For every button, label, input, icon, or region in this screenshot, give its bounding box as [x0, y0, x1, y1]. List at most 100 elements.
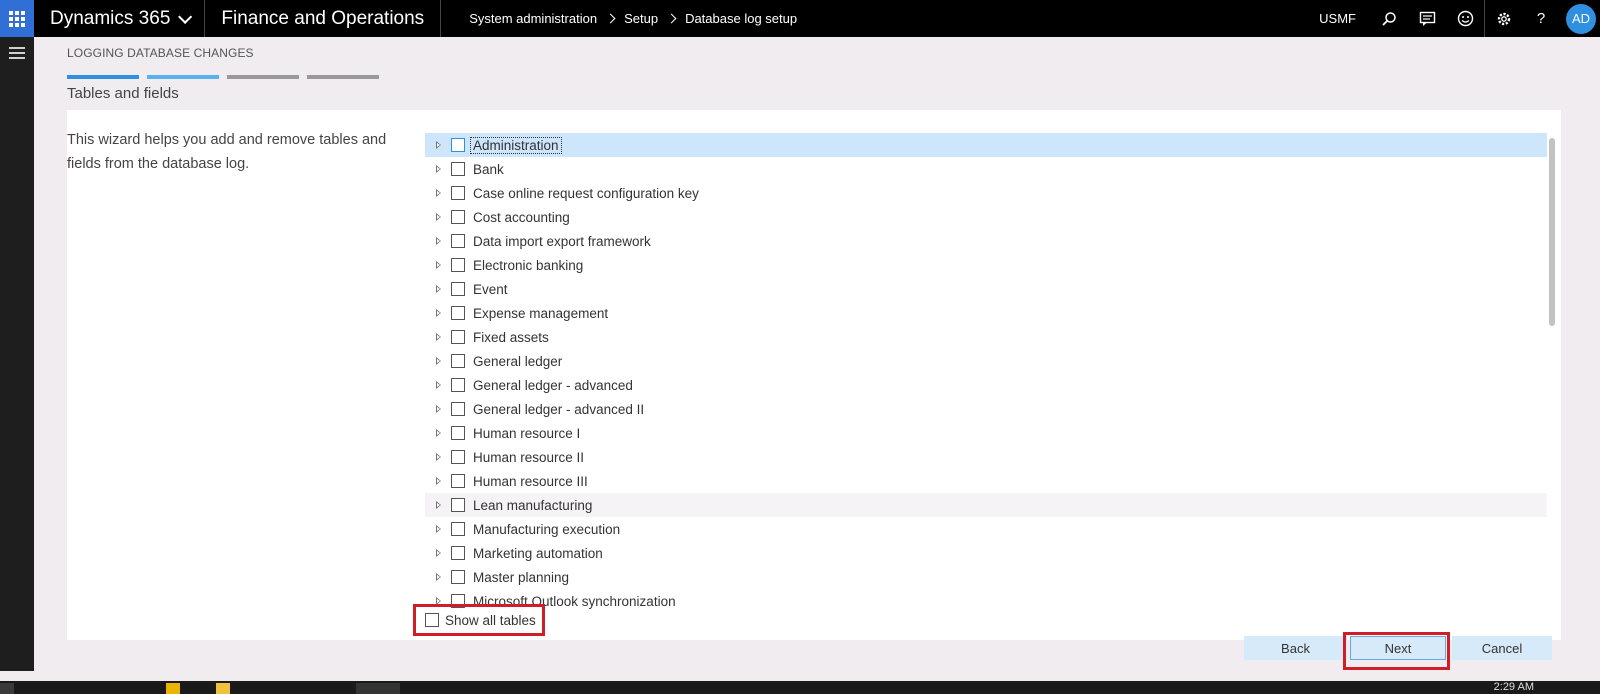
tree-row-checkbox[interactable]	[451, 546, 465, 560]
folder-icon[interactable]	[216, 683, 230, 694]
expand-arrow-icon[interactable]	[436, 429, 441, 437]
tree-row[interactable]: Administration	[425, 133, 1547, 157]
breadcrumb-item-system-administration[interactable]: System administration	[469, 11, 597, 26]
tree-row-label: Human resource I	[473, 425, 581, 441]
search-button[interactable]	[1370, 0, 1408, 37]
expand-arrow-icon[interactable]	[436, 405, 441, 413]
tree-row-checkbox[interactable]	[451, 234, 465, 248]
tree-row[interactable]: General ledger	[425, 349, 1547, 373]
tree-row-checkbox[interactable]	[451, 498, 465, 512]
tree-row-checkbox[interactable]	[451, 522, 465, 536]
company-picker[interactable]: USMF	[1319, 11, 1356, 26]
app-icon[interactable]	[166, 683, 180, 694]
expand-arrow-icon[interactable]	[436, 477, 441, 485]
hamburger-menu-button[interactable]	[0, 37, 34, 69]
breadcrumb-item-setup[interactable]: Setup	[624, 11, 658, 26]
taskbar-clock: 2:29 AM	[1493, 681, 1534, 693]
settings-icon	[1497, 12, 1510, 25]
tree-row-label: Lean manufacturing	[473, 497, 593, 513]
expand-arrow-icon[interactable]	[436, 381, 441, 389]
tree-row-checkbox[interactable]	[451, 138, 465, 152]
tree-row[interactable]: Marketing automation	[425, 541, 1547, 565]
tree-row-label: Master planning	[473, 569, 570, 585]
tree-row-label: Human resource II	[473, 449, 585, 465]
expand-arrow-icon[interactable]	[436, 309, 441, 317]
hamburger-icon	[9, 47, 25, 49]
chevron-right-icon	[666, 13, 677, 24]
tree-row[interactable]: Expense management	[425, 301, 1547, 325]
tree-row[interactable]: Microsoft Outlook synchronization	[425, 589, 1547, 613]
tree-row[interactable]: Event	[425, 277, 1547, 301]
start-icon[interactable]	[0, 683, 14, 694]
settings-button[interactable]	[1484, 0, 1522, 37]
expand-arrow-icon[interactable]	[436, 261, 441, 269]
tree-row[interactable]: Case online request configuration key	[425, 181, 1547, 205]
expand-arrow-icon[interactable]	[436, 501, 441, 509]
expand-arrow-icon[interactable]	[436, 165, 441, 173]
breadcrumb-item-database-log-setup[interactable]: Database log setup	[685, 11, 797, 26]
cancel-button[interactable]: Cancel	[1452, 636, 1552, 660]
top-right-actions: USMF ? AD	[1319, 0, 1600, 37]
help-button[interactable]: ?	[1522, 0, 1560, 37]
tree-scrollbar[interactable]	[1549, 138, 1555, 326]
tree-row[interactable]: Human resource I	[425, 421, 1547, 445]
tree-row[interactable]: Electronic banking	[425, 253, 1547, 277]
expand-arrow-icon[interactable]	[436, 213, 441, 221]
tree-row-checkbox[interactable]	[451, 306, 465, 320]
tree-row-checkbox[interactable]	[451, 402, 465, 416]
tree-row[interactable]: Bank	[425, 157, 1547, 181]
feedback-icon	[1419, 11, 1435, 26]
wizard-step-4	[307, 75, 379, 79]
expand-arrow-icon[interactable]	[436, 525, 441, 533]
tree-row-checkbox[interactable]	[451, 162, 465, 176]
tree-row[interactable]: Master planning	[425, 565, 1547, 589]
tree-row-checkbox[interactable]	[451, 570, 465, 584]
tree-row[interactable]: Human resource II	[425, 445, 1547, 469]
tree-row[interactable]: Lean manufacturing	[425, 493, 1547, 517]
tree-row-checkbox[interactable]	[451, 378, 465, 392]
app-launcher-button[interactable]	[0, 0, 34, 37]
expand-arrow-icon[interactable]	[436, 453, 441, 461]
tree-row-checkbox[interactable]	[451, 474, 465, 488]
expand-arrow-icon[interactable]	[436, 573, 441, 581]
tree-row-checkbox[interactable]	[451, 258, 465, 272]
expand-arrow-icon[interactable]	[436, 189, 441, 197]
expand-arrow-icon[interactable]	[436, 237, 441, 245]
tree-row-label: General ledger - advanced II	[473, 401, 645, 417]
tree-row[interactable]: Fixed assets	[425, 325, 1547, 349]
tree-row[interactable]: General ledger - advanced	[425, 373, 1547, 397]
tree-row-checkbox[interactable]	[451, 330, 465, 344]
back-button[interactable]: Back	[1244, 636, 1347, 660]
tree-row-checkbox[interactable]	[451, 354, 465, 368]
tree-row-checkbox[interactable]	[451, 186, 465, 200]
avatar[interactable]: AD	[1566, 3, 1596, 34]
expand-arrow-icon[interactable]	[436, 285, 441, 293]
browser-icon[interactable]	[356, 683, 400, 694]
expand-arrow-icon[interactable]	[436, 357, 441, 365]
navigation-pane	[0, 37, 34, 671]
tree-row[interactable]: General ledger - advanced II	[425, 397, 1547, 421]
tree-row[interactable]: Manufacturing execution	[425, 517, 1547, 541]
tree-row[interactable]: Cost accounting	[425, 205, 1547, 229]
tree-row-label: General ledger	[473, 353, 563, 369]
expand-arrow-icon[interactable]	[436, 333, 441, 341]
tree-row-checkbox[interactable]	[451, 282, 465, 296]
brand-label: Dynamics 365	[50, 7, 171, 29]
tree-row[interactable]: Human resource III	[425, 469, 1547, 493]
checkbox-icon	[425, 613, 439, 627]
wizard-help-text: This wizard helps you add and remove tab…	[67, 132, 387, 172]
tree-row-checkbox[interactable]	[451, 450, 465, 464]
feedback-button[interactable]	[1408, 0, 1446, 37]
tree-row[interactable]: Data import export framework	[425, 229, 1547, 253]
configuration-key-tree: Administration Bank Case online request co…	[425, 133, 1547, 613]
expand-arrow-icon[interactable]	[436, 549, 441, 557]
wizard-panel: This wizard helps you add and remove tab…	[67, 110, 1561, 640]
tree-row-checkbox[interactable]	[451, 210, 465, 224]
show-all-tables-checkbox[interactable]: Show all tables	[413, 604, 545, 636]
tree-row-label: Case online request configuration key	[473, 185, 699, 201]
smiley-button[interactable]	[1446, 0, 1484, 37]
tree-row-checkbox[interactable]	[451, 426, 465, 440]
module-title[interactable]: Finance and Operations	[205, 0, 442, 37]
expand-arrow-icon[interactable]	[436, 141, 441, 149]
brand-menu[interactable]: Dynamics 365	[34, 0, 206, 37]
